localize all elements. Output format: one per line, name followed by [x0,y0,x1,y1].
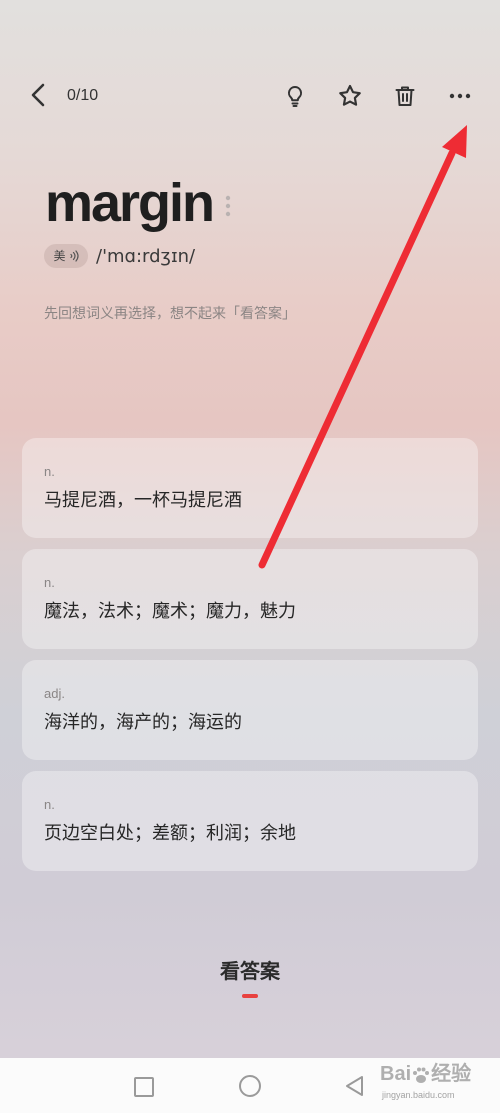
delete-button[interactable] [393,84,417,108]
speaker-icon [69,250,79,262]
back-button[interactable] [26,82,50,108]
word-menu-button[interactable] [222,193,234,219]
option-card-4[interactable]: n. 页边空白处；差额；利润；余地 [22,771,478,871]
chevron-left-icon [31,83,45,107]
word-title: margin [45,173,215,233]
option-card-1[interactable]: n. 马提尼酒，一杯马提尼酒 [22,438,478,538]
paw-icon [413,1067,430,1083]
pronunciation-button[interactable]: 美 [44,244,88,268]
star-icon [339,84,361,106]
option-meaning: 魔法，法术；魔术；魔力，魅力 [44,601,296,621]
part-of-speech: adj. [44,686,65,701]
triangle-back-icon [346,1076,363,1096]
hint-button[interactable] [283,84,307,108]
more-icon [449,93,471,99]
circle-icon[interactable] [239,1075,261,1097]
part-of-speech: n. [44,575,55,590]
show-answer-indicator [242,994,258,998]
hint-text: 先回想词义再选择，想不起来「看答案」 [44,305,296,321]
progress-counter: 0/10 [67,87,99,104]
vertical-dots-icon [225,195,231,217]
part-of-speech: n. [44,797,55,812]
option-meaning: 马提尼酒，一杯马提尼酒 [44,490,242,510]
favorite-button[interactable] [337,83,363,109]
option-card-2[interactable]: n. 魔法，法术；魔术；魔力，魅力 [22,549,478,649]
trash-icon [395,86,415,106]
watermark-brand-right: 经验 [431,1063,472,1085]
more-button[interactable] [448,84,472,108]
square-icon[interactable] [134,1077,154,1097]
baidu-jingyan-watermark: Bai 经验 jingyan.baidu.com [380,1062,480,1108]
option-card-3[interactable]: adj. 海洋的，海产的；海运的 [22,660,478,760]
watermark-brand-left: Bai [380,1063,412,1085]
show-answer-button[interactable]: 看答案 [0,958,500,986]
option-meaning: 页边空白处；差额；利润；余地 [44,823,296,843]
nav-back-button[interactable] [344,1075,366,1097]
watermark-brand: Bai 经验 [380,1062,471,1086]
part-of-speech: n. [44,464,55,479]
option-meaning: 海洋的，海产的；海运的 [44,712,242,732]
accent-label: 美 [53,249,66,263]
watermark-url: jingyan.baidu.com [382,1090,455,1100]
phonetic: /'mɑ:rdʒɪn/ [96,246,196,267]
lightbulb-icon [287,85,303,107]
